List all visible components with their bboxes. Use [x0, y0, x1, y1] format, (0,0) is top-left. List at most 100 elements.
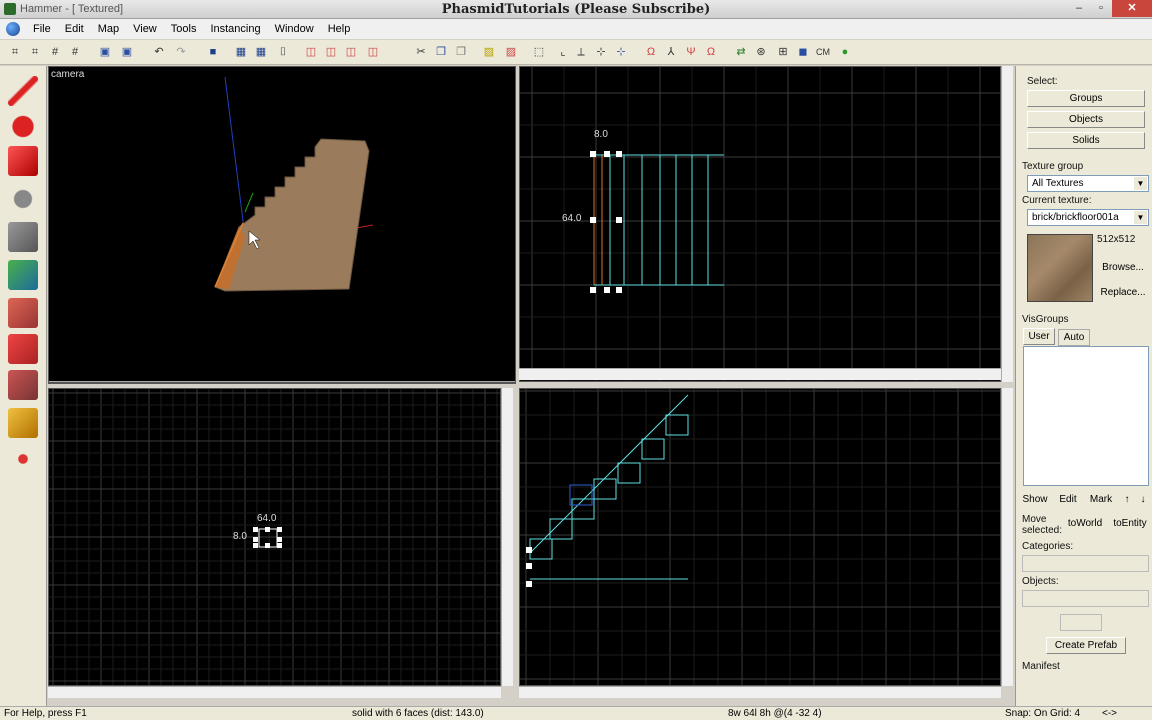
- maximize-button[interactable]: ▫: [1090, 0, 1112, 17]
- side-viewport[interactable]: 8.0 64.0: [519, 66, 1001, 382]
- scale-icon[interactable]: Ω: [704, 45, 718, 59]
- resize-handle: [253, 537, 258, 542]
- to-world-button[interactable]: toWorld: [1066, 516, 1104, 533]
- create-prefab-button[interactable]: Create Prefab: [1046, 637, 1126, 654]
- hollow-icon[interactable]: ◫: [366, 45, 380, 59]
- magnify-tool-icon[interactable]: [8, 110, 38, 140]
- overlay-tool-icon[interactable]: [8, 370, 38, 400]
- side-viewport-vscroll[interactable]: [1001, 66, 1013, 382]
- status-dimensions: 8w 64l 8h @(4 -32 4): [728, 708, 822, 719]
- replace-button[interactable]: Replace...: [1099, 285, 1147, 302]
- entity-tool-icon[interactable]: [8, 184, 38, 214]
- vertex-tool-icon[interactable]: [8, 444, 38, 474]
- resize-handle: [590, 151, 596, 157]
- top-viewport[interactable]: 64.0 8.0: [48, 388, 501, 686]
- check-problems-icon[interactable]: ◼: [796, 45, 810, 59]
- browse-button[interactable]: Browse...: [1099, 260, 1147, 277]
- block-tool-icon[interactable]: [8, 222, 38, 252]
- menu-window[interactable]: Window: [268, 19, 321, 39]
- run-map-icon[interactable]: ●: [838, 45, 852, 59]
- front-viewport-hscroll[interactable]: [519, 686, 1001, 698]
- solids-button[interactable]: Solids: [1027, 132, 1145, 149]
- align-icon[interactable]: ⟂: [574, 45, 588, 59]
- current-texture-select[interactable]: brick/brickfloor001a ▼: [1027, 209, 1149, 226]
- prefab-number[interactable]: [1060, 614, 1102, 631]
- front-viewport[interactable]: [519, 388, 1001, 686]
- grid-larger-icon[interactable]: #: [68, 45, 82, 59]
- move-up-icon[interactable]: ↑: [1120, 492, 1134, 509]
- paste-brush-icon[interactable]: ◫: [344, 45, 358, 59]
- groups-button[interactable]: Groups: [1027, 90, 1145, 107]
- texture-tool-icon[interactable]: [8, 260, 38, 290]
- dropdown-arrow-icon: ▼: [1134, 177, 1147, 190]
- stair-step: [593, 478, 617, 500]
- quick-hide-icon[interactable]: ⊹: [614, 45, 628, 59]
- objects-select[interactable]: [1022, 590, 1149, 607]
- move-down-icon[interactable]: ↓: [1136, 492, 1150, 509]
- copy-brush-icon[interactable]: ◫: [324, 45, 338, 59]
- camera-tool-icon[interactable]: [8, 146, 38, 176]
- grid-toggle-icon[interactable]: ⌗: [8, 45, 22, 59]
- compile-icon[interactable]: ⊛: [754, 45, 768, 59]
- close-button[interactable]: ✕: [1112, 0, 1152, 17]
- menu-view[interactable]: View: [126, 19, 164, 39]
- edit-button[interactable]: Edit: [1054, 492, 1082, 509]
- entity-report-icon[interactable]: ⊞: [776, 45, 790, 59]
- rotate-icon[interactable]: Ψ: [684, 45, 698, 59]
- resize-handle: [604, 287, 610, 293]
- menu-help[interactable]: Help: [321, 19, 358, 39]
- cut-brush-icon[interactable]: ◫: [304, 45, 318, 59]
- menu-file[interactable]: File: [26, 19, 58, 39]
- decal-tool-icon[interactable]: [8, 334, 38, 364]
- hide-icon[interactable]: ▦: [234, 45, 248, 59]
- visgroups-tab-auto[interactable]: Auto: [1058, 329, 1090, 346]
- camera-viewport[interactable]: camera: [48, 66, 516, 384]
- show-button[interactable]: Show: [1020, 492, 1050, 509]
- to-entity-button[interactable]: toEntity: [1110, 516, 1150, 533]
- flip-h-icon[interactable]: Ω: [644, 45, 658, 59]
- top-viewport-vscroll[interactable]: [501, 388, 513, 686]
- redo-icon[interactable]: ↷: [174, 45, 188, 59]
- group-icon[interactable]: ▣: [120, 45, 134, 59]
- cordon-icon[interactable]: CM: [816, 45, 830, 59]
- mark-button[interactable]: Mark: [1086, 492, 1116, 509]
- texture-group-select[interactable]: All Textures ▼: [1027, 175, 1149, 192]
- select-bound-icon[interactable]: ⬚: [532, 45, 546, 59]
- cut-icon[interactable]: ✂: [414, 45, 428, 59]
- visgroups-list[interactable]: [1023, 346, 1149, 486]
- paste-icon[interactable]: ❐: [454, 45, 468, 59]
- unhide-icon[interactable]: ▦: [254, 45, 268, 59]
- menu-instancing[interactable]: Instancing: [203, 19, 267, 39]
- menu-edit[interactable]: Edit: [58, 19, 91, 39]
- visgroups-tab-user[interactable]: User: [1023, 328, 1055, 345]
- grid-3d-icon[interactable]: ⌗: [28, 45, 42, 59]
- clip-tool-icon[interactable]: [8, 408, 38, 438]
- front-viewport-vscroll[interactable]: [1001, 388, 1013, 686]
- texture-lock-icon[interactable]: ⌷: [276, 45, 290, 59]
- hammer-logo-icon: [6, 22, 20, 36]
- categories-select[interactable]: [1022, 555, 1149, 572]
- grid-smaller-icon[interactable]: #: [48, 45, 62, 59]
- carve-icon[interactable]: ▣: [98, 45, 112, 59]
- transform-icon[interactable]: ⌞: [556, 45, 570, 59]
- resize-handle: [253, 527, 258, 532]
- selection-icon[interactable]: ■: [206, 45, 220, 59]
- displace-icon[interactable]: ⇄: [734, 45, 748, 59]
- menu-map[interactable]: Map: [91, 19, 126, 39]
- objects-button[interactable]: Objects: [1027, 111, 1145, 128]
- undo-icon[interactable]: ↶: [152, 45, 166, 59]
- texture-app-icon[interactable]: ▨: [482, 45, 496, 59]
- copy-icon[interactable]: ❐: [434, 45, 448, 59]
- selection-tool-icon[interactable]: [8, 76, 38, 106]
- apply-texture-icon[interactable]: [8, 298, 38, 328]
- side-viewport-hscroll[interactable]: [519, 368, 1001, 380]
- stair-diagonal: [529, 394, 689, 554]
- minimize-button[interactable]: –: [1068, 0, 1090, 17]
- texture-preview[interactable]: [1027, 234, 1093, 302]
- front-grid: [520, 389, 1000, 685]
- replace-tex-icon[interactable]: ▨: [504, 45, 518, 59]
- menu-tools[interactable]: Tools: [164, 19, 204, 39]
- snap-icon[interactable]: ⊹: [594, 45, 608, 59]
- top-viewport-hscroll[interactable]: [48, 686, 501, 698]
- flip-v-icon[interactable]: ⅄: [664, 45, 678, 59]
